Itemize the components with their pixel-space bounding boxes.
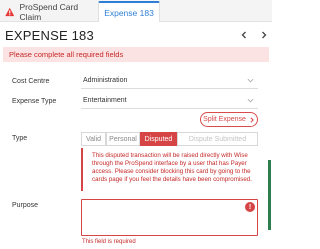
type-label: Type bbox=[12, 135, 28, 142]
expense-type-value: Entertainment bbox=[83, 97, 127, 104]
tab-expense-label: Expense 183 bbox=[104, 7, 154, 18]
page-title: EXPENSE 183 bbox=[5, 28, 94, 43]
error-alert-message: Please complete all required fields bbox=[9, 50, 124, 59]
split-expense-button[interactable]: Split Expense bbox=[200, 112, 258, 127]
expense-type-label: Expense Type bbox=[12, 98, 57, 105]
dispute-notice: This disputed transaction will be raised… bbox=[81, 148, 258, 191]
expense-type-select[interactable]: Entertainment bbox=[81, 94, 258, 109]
chevron-down-icon bbox=[247, 78, 254, 83]
tab-expense[interactable]: Expense 183 bbox=[98, 1, 160, 22]
error-alert: Please complete all required fields bbox=[3, 47, 269, 62]
cost-centre-label: Cost Centre bbox=[12, 78, 50, 85]
cost-centre-select[interactable]: Administration bbox=[81, 74, 258, 89]
type-option-disputed[interactable]: Disputed bbox=[140, 132, 177, 146]
cost-centre-value: Administration bbox=[83, 77, 128, 84]
tab-prospend-card-claim[interactable]: ProSpend Card Claim bbox=[5, 2, 98, 22]
purpose-textarea[interactable] bbox=[81, 199, 258, 236]
tab-bar: ProSpend Card Claim Expense 183 bbox=[0, 0, 272, 22]
chevron-right-icon bbox=[262, 31, 267, 39]
type-option-personal[interactable]: Personal bbox=[106, 132, 140, 146]
next-button[interactable] bbox=[256, 27, 272, 43]
chevron-left-icon bbox=[241, 31, 246, 39]
warning-triangle-icon bbox=[5, 7, 15, 17]
previous-button[interactable] bbox=[236, 27, 252, 43]
dispute-notice-text: This disputed transaction will be raised… bbox=[92, 152, 252, 183]
chevron-down-icon bbox=[247, 98, 254, 103]
exclamation-circle-icon: ! bbox=[245, 202, 255, 212]
scrollbar-thumb[interactable] bbox=[268, 160, 271, 230]
purpose-label: Purpose bbox=[12, 202, 39, 209]
split-expense-label: Split Expense bbox=[203, 116, 246, 123]
chevron-right-icon bbox=[250, 116, 254, 123]
type-option-dispute-submitted: Dispute Submitted bbox=[177, 132, 258, 146]
tab-claim-label: ProSpend Card Claim bbox=[19, 2, 79, 22]
type-option-valid[interactable]: Valid bbox=[81, 132, 106, 146]
purpose-error-text: This field is required bbox=[82, 239, 136, 245]
